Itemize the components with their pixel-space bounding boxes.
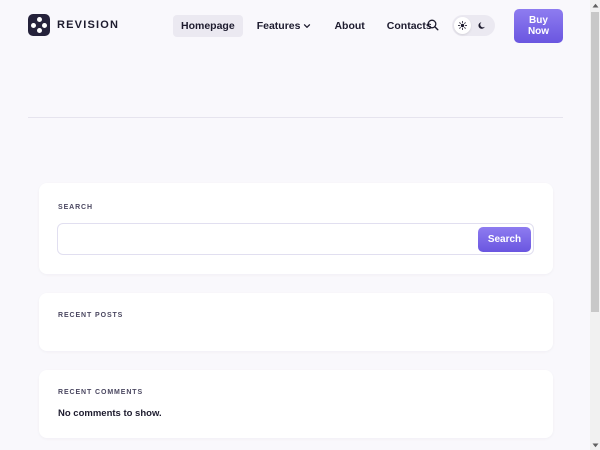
widget-title: RECENT COMMENTS xyxy=(58,389,144,396)
scrollbar[interactable] xyxy=(590,0,600,450)
search-input[interactable] xyxy=(57,223,534,255)
widget-title: SEARCH xyxy=(58,204,93,211)
recent-comments-widget: RECENT COMMENTS No comments to show. xyxy=(39,370,553,438)
scroll-down-arrow-icon[interactable] xyxy=(591,441,599,449)
logo-icon xyxy=(28,14,50,36)
moon-icon xyxy=(478,22,485,29)
brand-name: REVISION xyxy=(57,19,120,31)
sun-icon xyxy=(458,21,467,30)
search-icon[interactable] xyxy=(427,19,439,31)
theme-toggle[interactable] xyxy=(452,15,495,36)
dark-mode-option[interactable] xyxy=(474,17,491,34)
brand-logo[interactable]: REVISION xyxy=(28,14,119,36)
chevron-down-icon xyxy=(304,24,311,28)
nav-item-homepage[interactable]: Homepage xyxy=(173,15,243,37)
light-mode-option[interactable] xyxy=(454,17,471,34)
nav-item-label: Contacts xyxy=(386,20,432,32)
nav-item-label: About xyxy=(334,20,365,32)
nav-item-features[interactable]: Features xyxy=(249,15,320,37)
recent-posts-widget: RECENT POSTS xyxy=(39,293,553,351)
site-header: REVISION Homepage Features About Contact… xyxy=(0,0,590,52)
main-nav: Homepage Features About Contacts xyxy=(173,15,440,37)
search-button[interactable]: Search xyxy=(478,227,531,252)
widget-title: RECENT POSTS xyxy=(58,312,124,319)
buy-now-button[interactable]: Buy Now xyxy=(514,9,563,43)
empty-comments-message: No comments to show. xyxy=(58,408,162,419)
header-divider xyxy=(28,117,563,118)
search-widget: SEARCH Search xyxy=(39,183,553,274)
nav-item-label: Features xyxy=(256,20,301,32)
scrollbar-thumb[interactable] xyxy=(591,12,599,312)
nav-item-about[interactable]: About xyxy=(326,15,372,37)
scroll-up-arrow-icon[interactable] xyxy=(591,1,599,9)
nav-item-label: Homepage xyxy=(181,20,235,32)
